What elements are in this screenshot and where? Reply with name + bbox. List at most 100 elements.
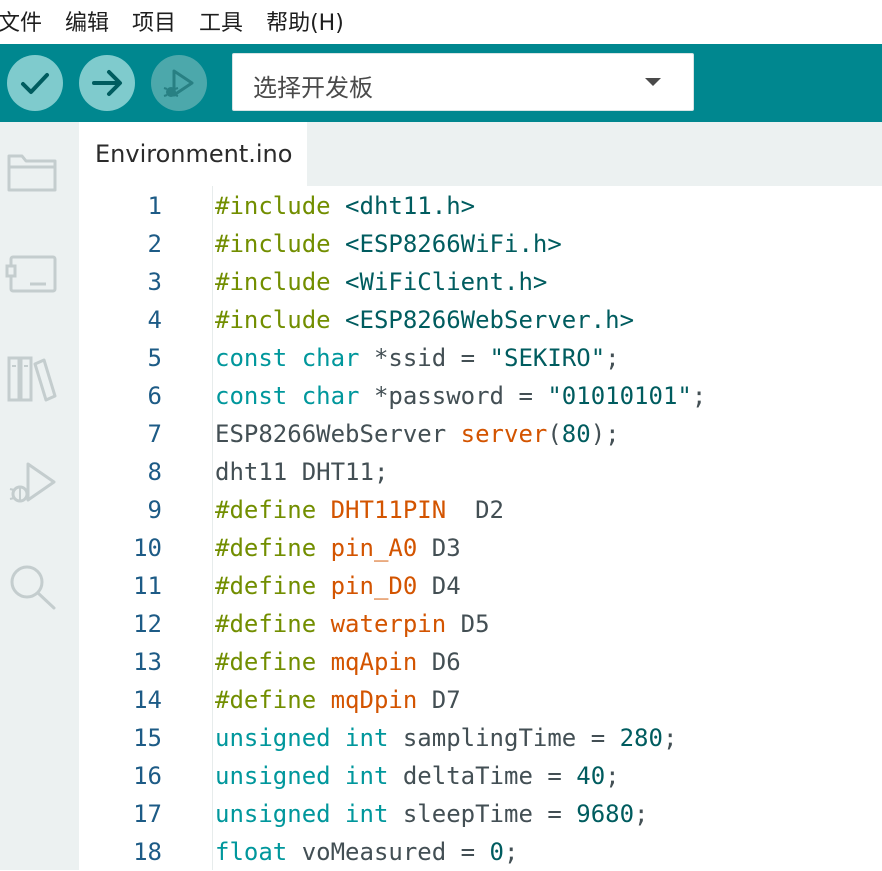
code-token: #include	[215, 192, 331, 220]
line-number: 2	[147, 230, 162, 258]
code-token: ;	[691, 382, 707, 410]
code-token: 80	[561, 420, 591, 448]
code-token: D4	[417, 572, 461, 600]
debug-button[interactable]	[151, 55, 207, 111]
code-token: #define	[215, 686, 317, 714]
code-token: #include	[215, 268, 331, 296]
chevron-down-icon	[645, 78, 661, 86]
code-line[interactable]: 5 const char *ssid = "SEKIRO";	[79, 339, 882, 377]
code-text: unsigned int sleepTime = 9680;	[215, 795, 649, 833]
code-token: int	[345, 800, 389, 828]
code-token: pin_D0	[330, 572, 418, 600]
code-line[interactable]: 12 #define waterpin D5	[79, 605, 882, 643]
code-line[interactable]: 3 #include <WiFiClient.h>	[79, 263, 882, 301]
code-token: 9680	[576, 800, 635, 828]
code-token: <ESP8266WebServer.h>	[345, 306, 635, 334]
code-token: mqDpin	[330, 686, 418, 714]
line-number: 15	[133, 724, 162, 752]
upload-button[interactable]	[79, 55, 135, 111]
verify-button[interactable]	[7, 55, 63, 111]
code-line[interactable]: 11 #define pin_D0 D4	[79, 567, 882, 605]
code-text: #define waterpin D5	[215, 605, 490, 643]
code-token: pin_A0	[330, 534, 418, 562]
code-token: ;	[504, 838, 519, 866]
code-text: const char *ssid = "SEKIRO";	[215, 339, 620, 377]
code-text: unsigned int deltaTime = 40;	[215, 757, 620, 795]
code-token: #define	[215, 610, 317, 638]
code-line[interactable]: 4 #include <ESP8266WebServer.h>	[79, 301, 882, 339]
board-selector[interactable]: 选择开发板	[232, 53, 694, 111]
code-line[interactable]: 13 #define mqApin D6	[79, 643, 882, 681]
code-line[interactable]: 16 unsigned int deltaTime = 40;	[79, 757, 882, 795]
code-token: D7	[417, 686, 461, 714]
code-line[interactable]: 10 #define pin_A0 D3	[79, 529, 882, 567]
tab-bar: Environment.ino	[79, 122, 882, 186]
line-number: 17	[133, 800, 162, 828]
code-token: "01010101"	[547, 382, 692, 410]
board-selector-label: 选择开发板	[253, 74, 373, 102]
code-line[interactable]: 9 #define DHT11PIN D2	[79, 491, 882, 529]
toolbar: 选择开发板	[0, 44, 882, 122]
menu-edit[interactable]: 编辑	[65, 5, 120, 39]
code-token: <ESP8266WiFi.h>	[345, 230, 562, 258]
arrow-right-icon	[92, 70, 122, 96]
tab-environment-ino[interactable]: Environment.ino	[79, 122, 307, 186]
code-line[interactable]: 6 const char *password = "01010101";	[79, 377, 882, 415]
code-line[interactable]: 2 #include <ESP8266WiFi.h>	[79, 225, 882, 263]
line-number: 6	[147, 382, 162, 410]
debug-icon	[9, 462, 56, 503]
code-token: const	[215, 382, 288, 410]
search-button[interactable]	[4, 558, 60, 614]
code-token: ;	[605, 762, 620, 790]
code-token: D2	[446, 496, 504, 524]
menu-help[interactable]: 帮助(H)	[266, 5, 355, 39]
menu-tools[interactable]: 工具	[199, 5, 254, 39]
code-token: D3	[417, 534, 461, 562]
line-number: 11	[133, 572, 162, 600]
sketchbook-button[interactable]	[4, 144, 60, 200]
code-token: sleepTime =	[388, 800, 577, 828]
line-number: 16	[133, 762, 162, 790]
code-line[interactable]: 7 ESP8266WebServer server(80);	[79, 415, 882, 453]
library-icon	[7, 356, 57, 402]
menu-file[interactable]: 文件	[0, 5, 53, 39]
line-number: 14	[133, 686, 162, 714]
code-text: #define mqDpin D7	[215, 681, 461, 719]
code-line[interactable]: 14 #define mqDpin D7	[79, 681, 882, 719]
code-token: 0	[489, 838, 504, 866]
code-token: server	[460, 420, 548, 448]
line-number: 3	[147, 268, 162, 296]
code-token: #define	[215, 648, 317, 676]
code-token: ;	[662, 724, 678, 752]
code-text: #define DHT11PIN D2	[215, 491, 504, 529]
code-token: deltaTime =	[388, 762, 577, 790]
code-text: #include <dht11.h>	[215, 187, 475, 225]
code-line[interactable]: 15 unsigned int samplingTime = 280;	[79, 719, 882, 757]
code-token: #define	[215, 496, 317, 524]
code-line[interactable]: 8 dht11 DHT11;	[79, 453, 882, 491]
code-text: #define pin_A0 D3	[215, 529, 461, 567]
code-line[interactable]: 1 #include <dht11.h>	[79, 187, 882, 225]
code-token: mqApin	[330, 648, 418, 676]
code-token: unsigned	[215, 724, 331, 752]
code-token: char	[301, 382, 360, 410]
code-token: unsigned	[215, 800, 331, 828]
line-number: 8	[147, 458, 162, 486]
library-manager-button[interactable]	[4, 350, 60, 406]
debug-icon	[163, 69, 194, 97]
debugger-button[interactable]	[4, 454, 60, 510]
code-line[interactable]: 18 float voMeasured = 0;	[79, 833, 882, 871]
code-token: DHT11PIN	[330, 496, 447, 524]
boards-manager-button[interactable]	[4, 246, 60, 302]
code-text: dht11 DHT11;	[215, 453, 388, 491]
menu-project[interactable]: 项目	[132, 5, 187, 39]
code-editor[interactable]: 1 #include <dht11.h> 2 #include <ESP8266WiF…	[79, 186, 882, 870]
code-line[interactable]: 17 unsigned int sleepTime = 9680;	[79, 795, 882, 833]
